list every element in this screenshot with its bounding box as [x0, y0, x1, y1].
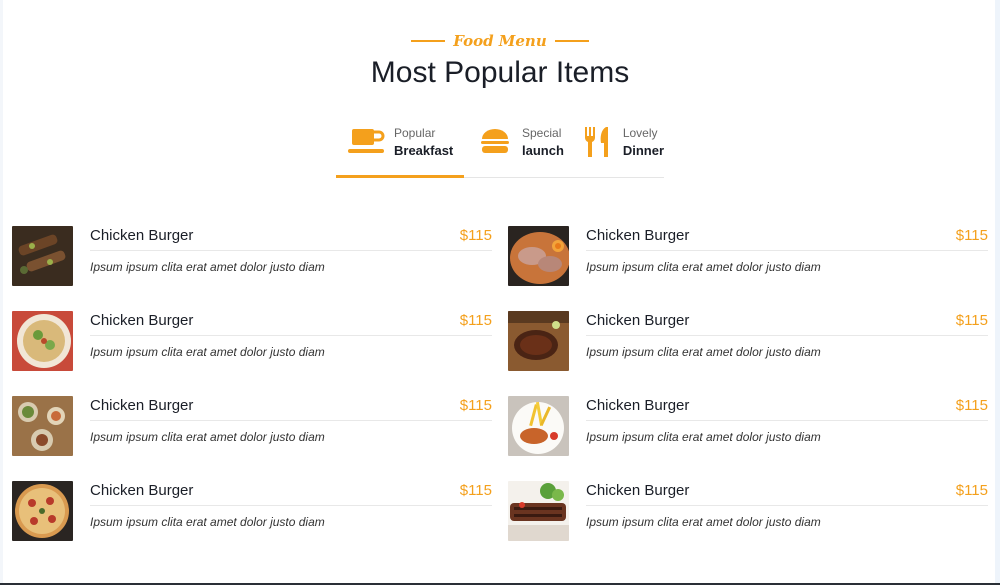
menu-item[interactable]: Chicken Burger $115 Ipsum ipsum clita er…	[508, 311, 988, 371]
item-description: Ipsum ipsum clita erat amet dolor justo …	[586, 430, 821, 444]
menu-item[interactable]: Chicken Burger $115 Ipsum ipsum clita er…	[508, 481, 988, 541]
tab-dinner-small: Lovely	[622, 125, 658, 140]
item-price: $115	[459, 312, 492, 329]
item-name: Chicken Burger	[586, 397, 690, 414]
item-name: Chicken Burger	[90, 312, 194, 329]
fork-knife-icon	[580, 125, 615, 159]
tab-launch[interactable]: Special launch	[464, 120, 576, 177]
menu-item[interactable]: Chicken Burger $115 Ipsum ipsum clita er…	[12, 481, 492, 541]
fries-plate-photo	[508, 396, 569, 456]
subtitle-line-right	[554, 40, 589, 42]
pizza-photo	[12, 481, 73, 541]
item-price: $115	[955, 397, 988, 414]
item-price: $115	[955, 482, 988, 499]
item-description: Ipsum ipsum clita erat amet dolor justo …	[90, 345, 325, 359]
table-spread-photo	[12, 396, 73, 456]
item-price: $115	[955, 227, 988, 244]
tab-dinner-label: Dinner	[622, 142, 664, 158]
ramen-bowl-photo	[508, 226, 569, 286]
menu-item[interactable]: Chicken Burger $115 Ipsum ipsum clita er…	[12, 311, 492, 371]
item-description: Ipsum ipsum clita erat amet dolor justo …	[90, 430, 325, 444]
item-price: $115	[459, 227, 492, 244]
menu-tabs: Popular Breakfast Special launch Lovely …	[336, 120, 664, 178]
item-price: $115	[459, 482, 492, 499]
tab-dinner[interactable]: Lovely Dinner	[576, 120, 664, 177]
menu-list: Chicken Burger $115 Ipsum ipsum clita er…	[12, 226, 988, 541]
section-subtitle: Food Menu	[0, 32, 1000, 50]
item-description: Ipsum ipsum clita erat amet dolor justo …	[586, 260, 821, 274]
item-description: Ipsum ipsum clita erat amet dolor justo …	[90, 515, 325, 529]
salad-pizza-photo	[12, 311, 73, 371]
steak-board-photo	[508, 311, 569, 371]
subtitle-line-left	[411, 40, 446, 42]
menu-item[interactable]: Chicken Burger $115 Ipsum ipsum clita er…	[508, 226, 988, 286]
item-description: Ipsum ipsum clita erat amet dolor justo …	[586, 345, 821, 359]
tab-launch-label: launch	[522, 142, 564, 158]
item-name: Chicken Burger	[90, 227, 194, 244]
item-name: Chicken Burger	[90, 482, 194, 499]
tab-launch-small: Special	[522, 125, 562, 140]
tab-breakfast-small: Popular	[394, 125, 436, 140]
page-title: Most Popular Items	[370, 56, 630, 89]
coffee-cup-icon	[348, 125, 386, 159]
item-name: Chicken Burger	[586, 312, 690, 329]
burger-icon	[476, 125, 514, 159]
item-description: Ipsum ipsum clita erat amet dolor justo …	[90, 260, 325, 274]
item-name: Chicken Burger	[90, 397, 194, 414]
tab-breakfast[interactable]: Popular Breakfast	[336, 120, 464, 178]
grilled-skewers-photo	[12, 226, 73, 286]
menu-item[interactable]: Chicken Burger $115 Ipsum ipsum clita er…	[508, 396, 988, 456]
menu-item[interactable]: Chicken Burger $115 Ipsum ipsum clita er…	[12, 226, 492, 286]
tab-breakfast-label: Breakfast	[394, 142, 454, 158]
item-name: Chicken Burger	[586, 482, 690, 499]
item-description: Ipsum ipsum clita erat amet dolor justo …	[586, 515, 821, 529]
item-name: Chicken Burger	[586, 227, 690, 244]
item-price: $115	[459, 397, 492, 414]
subtitle-text: Food Menu	[453, 32, 547, 50]
menu-item[interactable]: Chicken Burger $115 Ipsum ipsum clita er…	[12, 396, 492, 456]
item-price: $115	[955, 312, 988, 329]
grilled-meat-photo	[508, 481, 569, 541]
